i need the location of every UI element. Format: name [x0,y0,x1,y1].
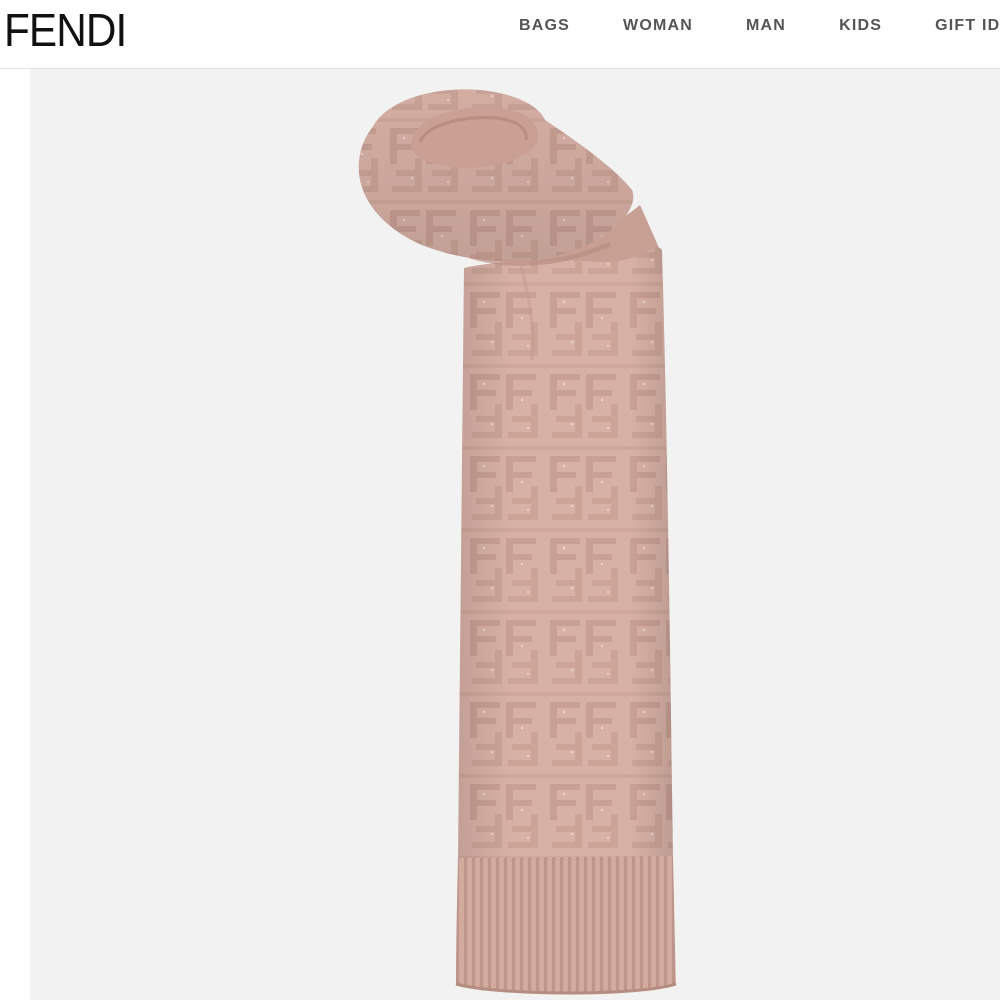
fendi-logo[interactable]: FENDI [4,4,127,56]
page-margin [0,69,30,1000]
site-header: FENDI BAGS WOMAN MAN KIDS GIFT ID [0,0,1000,69]
knit-scarf-image[interactable] [30,69,1000,1000]
nav-item-woman[interactable]: WOMAN [623,16,693,36]
product-image-area [0,69,1000,1000]
main-nav: BAGS WOMAN MAN KIDS GIFT ID [519,16,1000,36]
nav-item-man[interactable]: MAN [746,16,786,36]
nav-item-kids[interactable]: KIDS [839,16,882,36]
nav-item-bags[interactable]: BAGS [519,16,570,36]
nav-item-gift-ideas[interactable]: GIFT ID [935,16,1000,36]
